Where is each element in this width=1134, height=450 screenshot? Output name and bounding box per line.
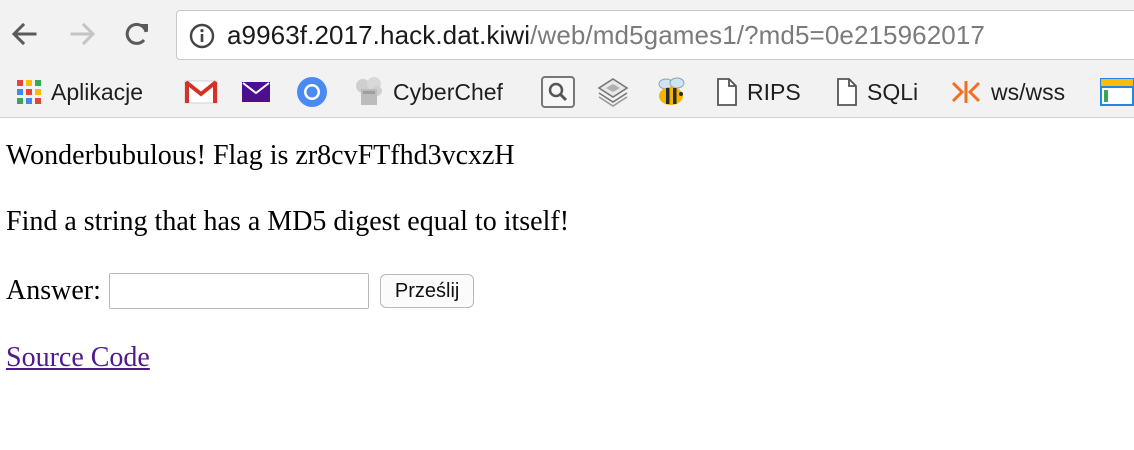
task-description: Find a string that has a MD5 digest equa… xyxy=(6,206,570,237)
info-icon[interactable] xyxy=(189,23,215,49)
url-host: a9963f.2017.hack.dat.kiwi xyxy=(227,20,531,50)
submit-button[interactable]: Prześlij xyxy=(379,274,475,308)
flag-message: Wonderbubulous! Flag is zr8cvFTfhd3vcxzH xyxy=(6,140,515,171)
document-icon xyxy=(837,78,857,106)
bookmark-apps[interactable]: Aplikacje xyxy=(16,68,143,116)
bookmark-ws[interactable]: ws/wss xyxy=(950,68,1065,116)
browser-toolbar: a9963f.2017.hack.dat.kiwi/web/md5games1/… xyxy=(0,0,1134,68)
arrow-left-icon xyxy=(11,22,37,46)
ws-arrows-icon xyxy=(951,81,981,103)
bookmark-label: SQLi xyxy=(867,78,919,105)
answer-input[interactable] xyxy=(108,273,369,309)
url-text[interactable]: a9963f.2017.hack.dat.kiwi/web/md5games1/… xyxy=(227,11,985,59)
gmail-icon xyxy=(184,80,218,104)
reload-icon xyxy=(125,22,148,45)
bookmark-window[interactable] xyxy=(1100,68,1134,116)
apps-grid-icon xyxy=(17,80,41,104)
answer-label: Answer: xyxy=(6,275,101,306)
bookmark-layers[interactable] xyxy=(596,68,630,116)
bookmark-bee[interactable] xyxy=(654,68,688,116)
page-content: Wonderbubulous! Flag is zr8cvFTfhd3vcxzH… xyxy=(0,118,1134,450)
bookmark-cyberchef[interactable]: CyberChef xyxy=(354,68,503,116)
arrow-right-icon xyxy=(70,22,96,46)
bookmark-label: CyberChef xyxy=(393,78,503,105)
bookmarks-bar: Aplikacje CyberChef RIPS SQLi ws/wss xyxy=(0,68,1134,118)
bookmark-rips[interactable]: RIPS xyxy=(716,68,801,116)
address-bar[interactable]: a9963f.2017.hack.dat.kiwi/web/md5games1/… xyxy=(176,10,1134,60)
document-icon xyxy=(717,78,737,106)
layers-icon xyxy=(597,78,629,107)
bookmark-mail[interactable] xyxy=(241,68,271,116)
bee-icon xyxy=(658,77,685,105)
mail-envelope-icon xyxy=(242,82,270,102)
chromium-icon xyxy=(297,77,327,107)
bookmark-sqli[interactable]: SQLi xyxy=(836,68,918,116)
search-box-icon xyxy=(541,76,575,108)
bookmark-gmail[interactable] xyxy=(184,68,218,116)
url-path: /web/md5games1/?md5=0e215962017 xyxy=(530,20,985,50)
back-button[interactable] xyxy=(7,17,41,51)
bookmark-chromium[interactable] xyxy=(296,68,328,116)
source-code-link[interactable]: Source Code xyxy=(6,342,150,374)
reload-button[interactable] xyxy=(120,17,154,51)
bookmark-search[interactable] xyxy=(541,68,575,116)
bookmark-label: Aplikacje xyxy=(51,78,144,105)
forward-button[interactable] xyxy=(66,17,100,51)
window-icon xyxy=(1100,78,1134,106)
bookmark-label: ws/wss xyxy=(991,78,1066,105)
cyberchef-icon xyxy=(356,77,382,105)
bookmark-label: RIPS xyxy=(747,78,801,105)
answer-form: Answer: Prześlij xyxy=(6,273,475,309)
